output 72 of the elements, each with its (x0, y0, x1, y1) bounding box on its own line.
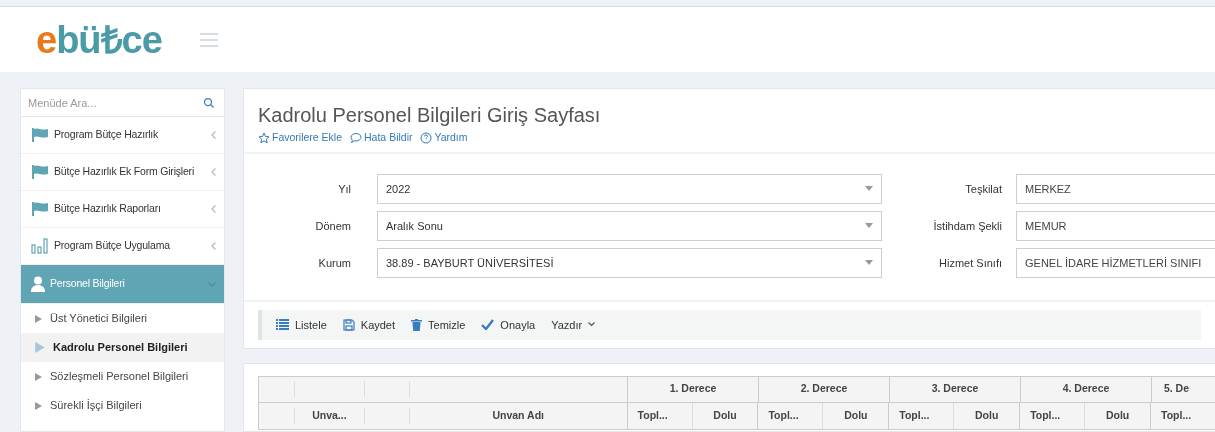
field-label: Yıl (337, 181, 351, 197)
user-icon (31, 276, 45, 292)
menu-search-field[interactable]: Menüde Ara... (21, 89, 224, 117)
star-icon (258, 131, 270, 144)
submenu-item[interactable]: Sürekli İşçi Bilgileri (21, 391, 224, 420)
text-field[interactable]: MERKEZ (1016, 173, 1215, 204)
field-label: Hizmet Sınıfı (938, 255, 1002, 271)
bar-chart-icon (31, 238, 49, 254)
column-header: Dolu (1105, 407, 1130, 423)
menu-item[interactable]: Bütçe Hazırlık Ek Form Girişleri (21, 154, 224, 191)
chevron-left-icon (211, 131, 216, 139)
triangle-icon (35, 401, 42, 410)
column-group-header: 2. Derece (800, 381, 848, 397)
text-field[interactable]: MEMUR (1016, 210, 1215, 241)
field-label: Dönem (314, 218, 351, 234)
column-header: Unvan Adı (492, 407, 544, 423)
header-link[interactable]: Hata Bildir (350, 130, 413, 146)
submenu-item[interactable]: Sözleşmeli Personel Bilgileri (21, 362, 224, 391)
triangle-icon (35, 314, 42, 323)
column-header: Dolu (975, 407, 999, 423)
column-header: Topl... (1161, 407, 1192, 423)
check-icon (481, 319, 495, 331)
triangle-icon (35, 372, 42, 381)
chevron-left-icon (211, 205, 216, 213)
help-icon (420, 131, 433, 144)
toolbar-button[interactable]: Listele (276, 316, 327, 333)
select-field[interactable]: Aralık Sonu (377, 210, 882, 241)
menu-icon[interactable] (199, 32, 218, 47)
column-group-header: 5. De (1163, 381, 1190, 397)
column-header: Unva... (312, 407, 347, 423)
column-header: Topl... (637, 407, 668, 423)
column-header: Dolu (844, 407, 868, 423)
caret-icon (588, 322, 596, 328)
dropdown-arrow-icon (865, 223, 873, 229)
flag-icon (31, 165, 49, 179)
select-field[interactable]: 2022 (377, 173, 882, 204)
toolbar-button[interactable]: Yazdır (551, 316, 596, 333)
menu-item[interactable]: Bütçe Hazırlık Raporları (21, 191, 224, 228)
trash-icon (411, 318, 423, 331)
page-title: Kadrolu Personel Bilgileri Giriş Sayfası (258, 103, 602, 127)
column-group-header: 4. Derece (1062, 381, 1110, 397)
column-header: Topl... (899, 407, 930, 423)
text-field[interactable]: GENEL İDARE HİZMETLERİ SINIFI (1016, 247, 1215, 278)
chevron-left-icon (211, 168, 216, 176)
header-link[interactable]: Yardım (420, 130, 468, 146)
column-header: Topl... (768, 407, 799, 423)
chevron-left-icon (211, 242, 216, 250)
save-icon (342, 318, 355, 331)
field-label: İstihdam Şekli (932, 218, 1002, 234)
toolbar-button[interactable]: Temizle (411, 316, 466, 333)
flag-icon (31, 128, 49, 142)
select-field[interactable]: 38.89 - BAYBURT ÜNİVERSİTESİ (377, 247, 882, 278)
logo: ebü₺ce (36, 20, 162, 59)
comment-icon (350, 131, 363, 144)
column-header: Topl... (1030, 407, 1061, 423)
submenu-item[interactable]: Kadrolu Personel Bilgileri (21, 333, 224, 362)
field-label: Kurum (317, 255, 351, 271)
submenu-item[interactable]: Üst Yönetici Bilgileri (21, 304, 224, 333)
menu-item[interactable]: Program Bütçe Hazırlık (21, 117, 224, 154)
column-group-header: 3. Derece (931, 381, 979, 397)
list-icon (276, 319, 289, 331)
toolbar-button[interactable]: Onayla (481, 316, 536, 333)
triangle-icon (35, 342, 45, 353)
column-header: Dolu (713, 407, 737, 423)
search-icon (203, 97, 215, 109)
dropdown-arrow-icon (865, 186, 873, 192)
dropdown-arrow-icon (865, 260, 873, 266)
flag-icon (31, 202, 49, 216)
header-link[interactable]: Favorilere Ekle (258, 130, 343, 146)
field-label: Teşkilat (964, 181, 1002, 197)
column-group-header: 1. Derece (669, 381, 717, 397)
toolbar-button[interactable]: Kaydet (342, 316, 396, 333)
